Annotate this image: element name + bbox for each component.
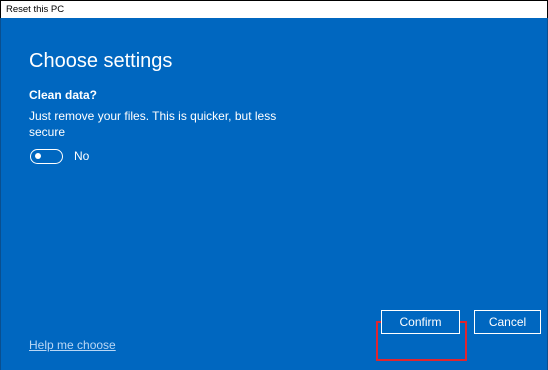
clean-data-toggle[interactable] [30,149,63,164]
cancel-button[interactable]: Cancel [474,310,541,334]
settings-panel: Choose settings Clean data? Just remove … [0,18,548,370]
toggle-state-label: No [74,149,90,163]
confirm-button[interactable]: Confirm [381,310,460,334]
clean-data-heading: Clean data? [29,88,98,102]
reset-pc-window: Reset this PC Choose settings Clean data… [0,0,548,370]
window-title: Reset this PC [0,0,548,18]
help-me-choose-link[interactable]: Help me choose [29,338,116,352]
clean-data-description: Just remove your files. This is quicker,… [29,109,277,139]
toggle-knob [35,153,41,159]
page-title: Choose settings [29,50,173,72]
